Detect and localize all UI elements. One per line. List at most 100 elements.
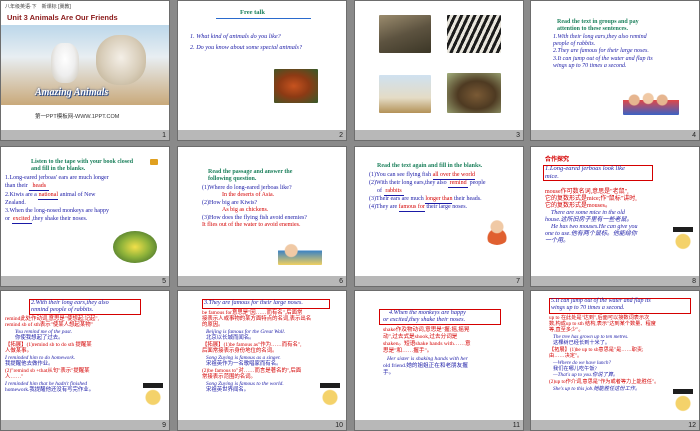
slide-8-bar <box>531 276 699 286</box>
slide-10-number: 10 <box>335 422 343 429</box>
slide-9-line-14: homework.我提醒他还没有写完作业。 <box>5 387 95 393</box>
blank-national[interactable]: national <box>38 192 59 201</box>
slide-10-line-14: 宋祖英世界闻名。 <box>206 387 250 393</box>
slide-7-row-1: (1)You can see flying fish all over the … <box>369 172 476 181</box>
slide-5-line-2: and fill in the blanks. <box>31 166 86 172</box>
free-talk-question-1: 1. What kind of animals do you like? <box>190 33 281 40</box>
slide-6-number: 6 <box>339 278 343 285</box>
slide-5-line-5a: 2.Kiwis are a <box>5 192 37 198</box>
slide-1-label: 八年级英语·下 新课标 [冀教] <box>5 4 71 10</box>
slide-6-answer-1: In the deserts of Asia. <box>222 192 275 198</box>
kiwi-bird-image <box>447 73 501 113</box>
slide-6-bar <box>178 276 346 286</box>
slide-7-row-5: (4)They are famous for their large noses… <box>369 204 468 213</box>
slide-7-row-5a: (4)They are <box>369 204 398 210</box>
slide-7-row-1a: (1)You can see flying fish <box>369 172 432 178</box>
slide-5-bar <box>1 276 169 286</box>
slide-11-line-8: old friend.她的姐姐正在和老朋友握 <box>383 363 468 369</box>
slide-7[interactable]: Read the text again and fill in the blan… <box>354 146 524 287</box>
slide-7-row-3: of rabbits <box>377 188 404 197</box>
slide-2-bar <box>178 130 346 140</box>
slide-7-bar <box>355 276 523 286</box>
slide-5-line-7: 3.When the long-nosed monkeys are happy <box>5 208 109 214</box>
slide-4-line-5: 2.They are famous for their large noses. <box>553 48 649 54</box>
slide-12[interactable]: 5.It can jump out of the water and flap … <box>530 290 700 431</box>
students-group-image <box>623 85 679 115</box>
slide-8-line-2: mice. <box>545 173 559 180</box>
blank-excited[interactable]: excited <box>11 216 32 225</box>
slide-4-number: 4 <box>692 132 696 139</box>
graduate-cartoon-icon <box>673 227 693 251</box>
blank-rabbits[interactable]: rabbits <box>383 188 404 197</box>
slide-3[interactable]: 3 <box>354 0 524 141</box>
slide-5-line-3: 1.Long-eared jerboas' ears are much long… <box>5 175 109 181</box>
slide-5-line-4a: than their <box>5 183 28 189</box>
monkey-image <box>113 231 157 263</box>
slide-1-number: 1 <box>162 132 166 139</box>
slide-6-answer-2: As big as chickens. <box>222 207 269 213</box>
slide-7-row-5c: their large noses. <box>426 204 468 210</box>
slide-5-line-8b: ,they shake their noses. <box>31 216 88 222</box>
slide-grid: 八年级英语·下 新课标 [冀教] Unit 3 Animals Are Our … <box>0 0 700 431</box>
graduate-cartoon-icon <box>320 383 340 407</box>
slide-12-bar <box>531 420 699 430</box>
free-talk-question-2: 2. Do you know about some special animal… <box>190 44 303 51</box>
slide-3-number: 3 <box>516 132 520 139</box>
free-talk-underline <box>216 18 311 19</box>
slide-2-number: 2 <box>339 132 343 139</box>
slide-5-line-8: or excited,they shake their noses. <box>5 216 88 225</box>
blank-longer-than[interactable]: longer than <box>425 196 453 205</box>
slide-9-number: 9 <box>162 422 166 429</box>
slide-12-number: 12 <box>688 422 696 429</box>
blank-heads[interactable]: heads <box>29 183 50 192</box>
blank-famous-for[interactable]: famous for <box>398 204 425 213</box>
slide-1-bar <box>1 130 169 140</box>
slide-8-line-10: 一个用。 <box>545 238 570 244</box>
puppy-image <box>51 43 79 83</box>
slide-4-bar <box>531 130 699 140</box>
free-talk-heading: Free talk <box>240 9 265 16</box>
slide-3-bar <box>355 130 523 140</box>
slide-9[interactable]: 2.With their long ears,they also remind … <box>0 290 170 431</box>
slide-11-line-6: 思是"和……握手"。 <box>383 348 433 354</box>
reading-child-image <box>278 241 322 265</box>
slide-6-answer-3: It flies out of the water to avoid enemi… <box>202 222 301 228</box>
slide-7-row-4: (3)Their ears are much longer than their… <box>369 196 482 205</box>
slide-8[interactable]: 合作探究 1.Long-eared jerboas look like mice… <box>530 146 700 287</box>
blank-remind[interactable]: remind <box>448 180 469 189</box>
slide-10-bar <box>178 420 346 430</box>
slide-5-line-5b: animal of New <box>59 192 96 198</box>
slide-2[interactable]: Free talk 1. What kind of animals do you… <box>177 0 347 141</box>
slide-11-bar <box>355 420 523 430</box>
slide-4-line-7: wings up to 70 times a second. <box>553 63 627 69</box>
graduate-cartoon-icon <box>673 389 693 413</box>
slide-5-line-4: than their heads <box>5 183 50 192</box>
red-panda-image <box>274 69 318 103</box>
slide-5-line-5: 2.Kiwis are a national animal of New <box>5 192 96 201</box>
slide-7-row-2c: people <box>469 180 486 186</box>
slide-12-line-14: She's up to this job.她能胜任这份工作。 <box>553 386 641 392</box>
slide-1[interactable]: 八年级英语·下 新课标 [冀教] Unit 3 Animals Are Our … <box>0 0 170 141</box>
slide-7-row-4c: their heads. <box>453 196 482 202</box>
giraffes-image <box>379 75 431 113</box>
slide-11-number: 11 <box>512 422 520 429</box>
slide-5-number: 5 <box>162 278 166 285</box>
blank-all-over-the-world[interactable]: all over the world <box>432 172 476 181</box>
slide-5-line-6: Zealand. <box>5 200 26 206</box>
slide-5[interactable]: Listen to the tape with your book closed… <box>0 146 170 287</box>
slide-11-line-2: or excited,they shake their noses. <box>383 316 466 323</box>
slide-7-row-2: (2)With their long ears,they also remind… <box>369 180 486 189</box>
speaker-icon <box>150 159 158 165</box>
slide-11-line-9: 手。 <box>383 370 395 376</box>
slide-11[interactable]: 4.When the monkeys are happy or excited,… <box>354 290 524 431</box>
slide-1-unit-title: Unit 3 Animals Are Our Friends <box>7 13 118 22</box>
slide-4[interactable]: Read the text in groups and pay attentio… <box>530 0 700 141</box>
slide-10[interactable]: 3.They are famous for their large noses.… <box>177 290 347 431</box>
reading-student-image <box>483 217 511 245</box>
slide-8-heading: 合作探究 <box>545 157 570 163</box>
slide-6[interactable]: Read the passage and answer the followin… <box>177 146 347 287</box>
wolves-image <box>379 15 431 53</box>
slide-9-line-2: remind people of rabbits. <box>31 306 94 313</box>
zebra-image <box>447 15 501 53</box>
graduate-cartoon-icon <box>143 383 163 407</box>
